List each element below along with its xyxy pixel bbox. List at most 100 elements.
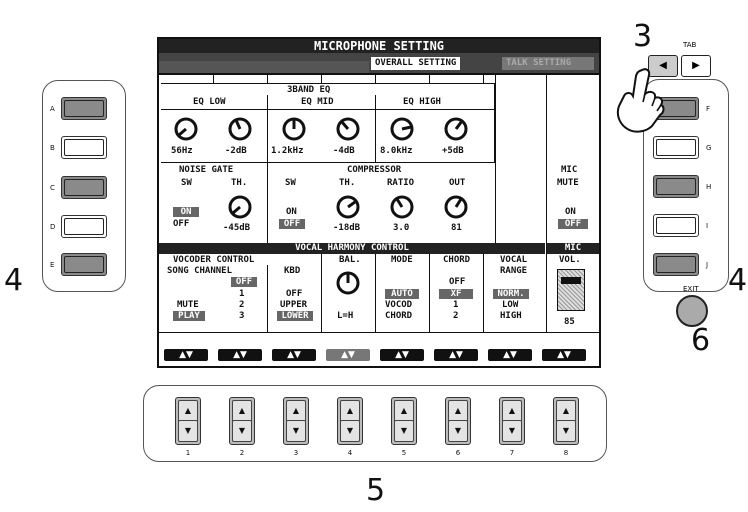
eq-high-gain-knob[interactable]: [444, 117, 468, 141]
mic-mute-on-option[interactable]: ON: [565, 207, 576, 217]
compressor-on-option[interactable]: ON: [286, 207, 297, 217]
updown-button-6[interactable]: ▲ ▼: [445, 397, 471, 445]
vocal-range-low-option[interactable]: LOW: [502, 300, 518, 310]
mic-volume-handle[interactable]: [561, 277, 581, 284]
up-icon: ▲: [286, 400, 306, 422]
updown-number: 1: [185, 449, 191, 457]
mic-mute-header-2: MUTE: [557, 178, 579, 188]
separator: [321, 254, 322, 332]
lcd-arrow-5[interactable]: ▲▼: [380, 349, 424, 361]
button-i[interactable]: [653, 214, 699, 237]
updown-button-1[interactable]: ▲ ▼: [175, 397, 201, 445]
chord-2-option[interactable]: 2: [453, 311, 458, 321]
song-channel-3-option[interactable]: 3: [239, 311, 244, 321]
mic-mute-off-option[interactable]: OFF: [558, 219, 588, 229]
eq-mid-freq-knob[interactable]: [282, 117, 306, 141]
lcd-arrow-8[interactable]: ▲▼: [542, 349, 586, 361]
tab-talk-setting[interactable]: TALK SETTING: [502, 57, 594, 70]
tab-underline: [159, 73, 599, 75]
mode-chord-option[interactable]: CHORD: [385, 311, 412, 321]
separator: [267, 75, 268, 83]
song-channel-label: SONG CHANNEL: [167, 266, 233, 276]
eq-low-gain-value: -2dB: [225, 146, 247, 156]
updown-button-8[interactable]: ▲ ▼: [553, 397, 579, 445]
button-b[interactable]: [61, 136, 107, 159]
exit-label: EXIT: [683, 285, 699, 293]
eq-mid-gain-value: -4dB: [333, 146, 355, 156]
lcd-arrow-3[interactable]: ▲▼: [272, 349, 316, 361]
lcd-arrow-1[interactable]: ▲▼: [164, 349, 208, 361]
song-mute-option[interactable]: MUTE: [177, 300, 199, 310]
kbd-label: KBD: [284, 266, 301, 276]
noise-gate-th-knob[interactable]: [228, 195, 252, 219]
lcd-arrow-4[interactable]: ▲▼: [326, 349, 370, 361]
eq-divider: [161, 109, 495, 110]
mic-vol-header: VOL.: [559, 255, 581, 265]
tab-overall-setting[interactable]: OVERALL SETTING: [371, 57, 461, 70]
eq-low-freq-knob[interactable]: [174, 117, 198, 141]
vocal-range-high-option[interactable]: HIGH: [500, 311, 522, 321]
button-g-label: G: [706, 144, 712, 152]
button-d[interactable]: [61, 215, 107, 238]
updown-number: 3: [293, 449, 299, 457]
lcd-screen: MICROPHONE SETTING OVERALL SETTING TALK …: [157, 37, 601, 368]
balance-header: BAL.: [339, 255, 361, 265]
button-i-label: I: [706, 222, 709, 230]
updown-button-3[interactable]: ▲ ▼: [283, 397, 309, 445]
kbd-upper-option[interactable]: UPPER: [280, 300, 307, 310]
compressor-header: COMPRESSOR: [347, 165, 402, 175]
button-e[interactable]: [61, 253, 107, 276]
song-channel-2-option[interactable]: 2: [239, 300, 244, 310]
song-play-option[interactable]: PLAY: [173, 311, 205, 321]
noise-gate-on-option[interactable]: ON: [173, 207, 199, 217]
balance-knob[interactable]: [336, 271, 360, 295]
mode-auto-option[interactable]: AUTO: [385, 289, 419, 299]
updown-number: 7: [509, 449, 515, 457]
compressor-ratio-knob[interactable]: [390, 195, 414, 219]
eq-mid-freq-value: 1.2kHz: [271, 146, 304, 156]
up-icon: ▲: [556, 400, 576, 422]
up-icon: ▲: [394, 400, 414, 422]
button-h[interactable]: [653, 175, 699, 198]
kbd-lower-option[interactable]: LOWER: [277, 311, 313, 321]
mic-volume-slider[interactable]: [557, 269, 585, 311]
compressor-out-knob[interactable]: [444, 195, 468, 219]
updown-button-5[interactable]: ▲ ▼: [391, 397, 417, 445]
tab-right-button[interactable]: ▶: [681, 55, 711, 77]
updown-button-4[interactable]: ▲ ▼: [337, 397, 363, 445]
compressor-th-knob[interactable]: [336, 195, 360, 219]
eq-high-freq-knob[interactable]: [390, 117, 414, 141]
balance-value: L=H: [337, 311, 354, 321]
lcd-arrow-2[interactable]: ▲▼: [218, 349, 262, 361]
button-c[interactable]: [61, 176, 107, 199]
button-a[interactable]: [61, 97, 107, 120]
song-channel-off-option[interactable]: OFF: [231, 277, 257, 287]
eq-low-gain-knob[interactable]: [228, 117, 252, 141]
up-icon: ▲: [502, 400, 522, 422]
vocal-range-normal-option[interactable]: NORM.: [493, 289, 529, 299]
screen-title: MICROPHONE SETTING: [159, 39, 599, 53]
song-channel-1-option[interactable]: 1: [239, 289, 244, 299]
updown-button-7[interactable]: ▲ ▼: [499, 397, 525, 445]
button-g[interactable]: [653, 136, 699, 159]
compressor-out-value: 81: [451, 223, 462, 233]
lcd-arrow-7[interactable]: ▲▼: [488, 349, 532, 361]
chord-1-option[interactable]: 1: [453, 300, 458, 310]
noise-gate-off-option[interactable]: OFF: [173, 219, 189, 229]
chord-off-option[interactable]: OFF: [449, 277, 465, 287]
chord-xf-option[interactable]: XF: [439, 289, 473, 299]
button-j[interactable]: [653, 253, 699, 276]
lcd-arrow-6[interactable]: ▲▼: [434, 349, 478, 361]
updown-button-2[interactable]: ▲ ▼: [229, 397, 255, 445]
eq-mid-gain-knob[interactable]: [336, 117, 360, 141]
up-icon: ▲: [178, 400, 198, 422]
updown-number: 8: [563, 449, 569, 457]
kbd-off-option[interactable]: OFF: [286, 289, 302, 299]
separator: [267, 265, 268, 332]
separator: [375, 75, 376, 83]
mode-vocod-option[interactable]: VOCOD: [385, 300, 412, 310]
left-button-panel: A B C D E: [42, 80, 126, 292]
compressor-off-option[interactable]: OFF: [279, 219, 305, 229]
vocal-range-header-1: VOCAL: [500, 255, 528, 265]
tab-label: TAB: [683, 41, 697, 49]
